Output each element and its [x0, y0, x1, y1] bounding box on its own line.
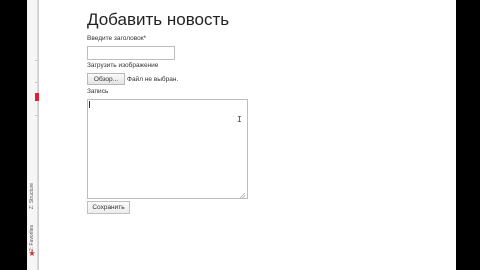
title-field-label: Введите заголовок*: [87, 35, 147, 42]
save-button[interactable]: Сохранить: [87, 201, 130, 214]
title-input[interactable]: [87, 46, 175, 60]
page-title: Добавить новость: [87, 10, 230, 29]
tab-favorites-label: 2: Favorites: [29, 224, 36, 252]
scroll-mark: [35, 60, 38, 61]
text-caret: [89, 101, 90, 108]
browse-file-button[interactable]: Обзор...: [87, 73, 125, 85]
tab-structure-label: Z: Structure: [29, 182, 36, 210]
star-icon: [29, 250, 35, 256]
resize-handle-icon[interactable]: [240, 193, 245, 198]
scroll-mark: [35, 115, 38, 116]
scroll-mark: [35, 82, 38, 83]
post-textarea[interactable]: [87, 99, 248, 199]
error-marker: [35, 93, 39, 101]
image-upload-label: Загрузить изображение: [87, 62, 159, 69]
file-status-text: Файл не выбран.: [127, 76, 179, 83]
post-field-label: Запись: [87, 88, 109, 95]
ibeam-cursor-icon: I: [237, 115, 242, 124]
tab-structure[interactable]: Z: Structure: [27, 176, 38, 216]
